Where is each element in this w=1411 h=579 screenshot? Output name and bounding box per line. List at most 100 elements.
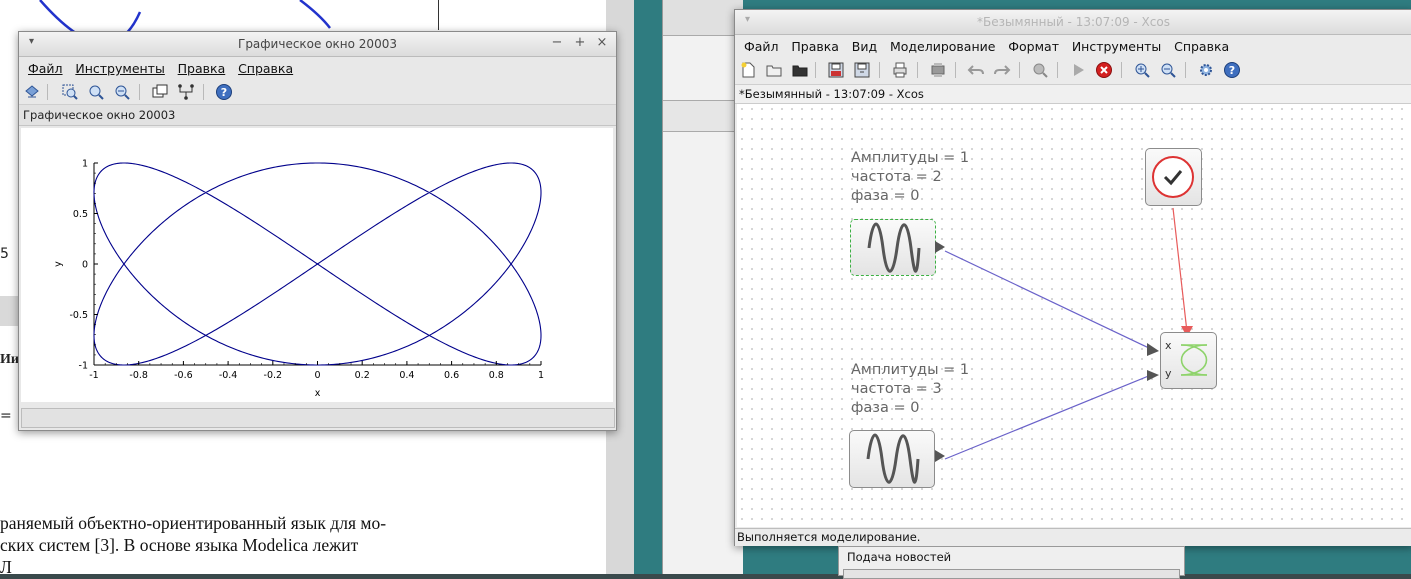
minimize-icon[interactable]: − (550, 35, 564, 50)
redo-icon[interactable] (993, 61, 1011, 79)
param-frequency: частота = 2 (851, 169, 942, 185)
document-toolbar-fragment (0, 296, 20, 326)
toolbar-separator (1019, 62, 1020, 78)
toolbar-separator (203, 84, 204, 100)
undo-icon[interactable] (967, 61, 985, 79)
document-line: раняемый объектно-ориентированный язык д… (0, 513, 387, 533)
background-window-header (663, 0, 743, 36)
graphic-window-titlebar[interactable]: ▾ Графическое окно 20003 − + × (19, 32, 616, 57)
menu-help[interactable]: Справка (1174, 39, 1229, 54)
xy-scope-block[interactable]: x y (1160, 332, 1217, 389)
sine-generator-block-2[interactable] (849, 430, 935, 488)
x-tick-label: -0.6 (174, 370, 193, 381)
menu-edit[interactable]: Правка (178, 61, 226, 76)
save-icon[interactable] (827, 61, 845, 79)
menu-format[interactable]: Формат (1008, 39, 1059, 54)
xcos-statusbar: Выполняется моделирование. (735, 528, 1411, 546)
menu-edit[interactable]: Правка (791, 39, 839, 54)
help-icon[interactable]: ? (215, 83, 233, 101)
datatip-icon[interactable] (177, 83, 195, 101)
param-phase: фаза = 0 (851, 400, 920, 416)
menu-view[interactable]: Вид (852, 39, 877, 54)
svg-text:?: ? (1229, 64, 1235, 77)
toolbar-separator (1185, 62, 1186, 78)
zoom-in-icon[interactable] (87, 83, 105, 101)
toolbar-separator (139, 84, 140, 100)
windows-icon[interactable] (151, 83, 169, 101)
output-port[interactable] (935, 450, 945, 462)
graphic-window-statusbar (21, 408, 615, 428)
y-tick-label: 0 (82, 260, 88, 271)
xcos-window: ▾ *Безымянный - 13:07:09 - Xcos Файл Пра… (734, 9, 1411, 546)
port-label-x: x (1165, 339, 1172, 352)
xcos-window-title: *Безымянный - 13:07:09 - Xcos (977, 15, 1170, 29)
x-tick-label: 0 (314, 370, 320, 381)
zoom-in-icon[interactable] (1133, 61, 1151, 79)
toolbar-separator (47, 84, 48, 100)
news-scrollbar[interactable] (843, 569, 1180, 579)
background-window (662, 0, 743, 574)
start-icon[interactable] (1069, 61, 1087, 79)
document-fragment-bold: Ии (0, 352, 19, 367)
x-axis-label: x (315, 388, 321, 399)
menu-simulation[interactable]: Моделирование (890, 39, 995, 54)
event-link-clock-to-scope (1172, 207, 1188, 333)
y-tick-label: -1 (79, 361, 88, 372)
param-amplitude: Амплитуды = 1 (851, 362, 970, 378)
maximize-icon[interactable]: + (573, 35, 587, 50)
x-tick-label: 1 (538, 370, 544, 381)
background-window-bar (663, 100, 743, 132)
clock-block[interactable] (1145, 148, 1202, 206)
sine-generator-block-1[interactable] (850, 219, 936, 276)
menu-file[interactable]: Файл (28, 61, 63, 76)
xcos-diagram-canvas[interactable]: Амплитуды = 1 частота = 2 фаза = 0 Ампли… (737, 104, 1411, 527)
zoom-fit-icon[interactable] (1031, 61, 1049, 79)
xcos-diagram-tab[interactable]: *Безымянный - 13:07:09 - Xcos (735, 85, 1411, 104)
menu-file[interactable]: Файл (744, 39, 779, 54)
document-body-text: раняемый объектно-ориентированный язык д… (0, 512, 540, 578)
zoom-area-icon[interactable] (61, 83, 79, 101)
open-in-icon[interactable] (791, 61, 809, 79)
document-line: Л (0, 557, 12, 577)
y-axis-label: y (53, 261, 64, 267)
settings-icon[interactable] (1197, 61, 1215, 79)
zoom-out-icon[interactable] (113, 83, 131, 101)
input-arrow-y (1147, 370, 1159, 381)
menu-tools[interactable]: Инструменты (1072, 39, 1161, 54)
toolbar-separator (955, 62, 956, 78)
save-as-icon[interactable] (853, 61, 871, 79)
x-tick-label: -0.4 (219, 370, 238, 381)
port-label-y: y (1165, 367, 1172, 380)
rotate-icon[interactable] (23, 83, 41, 101)
plot-canvas[interactable]: -1 -0.8 -0.6 -0.4 -0.2 0 0.2 0.4 0.6 0.8 1 1 0.5 0 -0.… (21, 128, 613, 402)
xcos-window-titlebar[interactable]: ▾ *Безымянный - 13:07:09 - Xcos (735, 10, 1411, 35)
x-tick-label: 0.6 (444, 370, 459, 381)
block2-parameters: Амплитуды = 1 частота = 3 фаза = 0 (851, 361, 969, 418)
output-port[interactable] (935, 241, 945, 253)
menu-help[interactable]: Справка (238, 61, 293, 76)
help-icon[interactable]: ? (1223, 61, 1241, 79)
x-tick-label: -1 (89, 370, 98, 381)
menu-tools[interactable]: Инструменты (75, 61, 164, 76)
input-arrow-x (1147, 343, 1159, 356)
stop-icon[interactable] (1095, 61, 1113, 79)
y-tick-label: 0.5 (73, 209, 88, 220)
open-icon[interactable] (765, 61, 783, 79)
y-tick-label: 1 (82, 159, 88, 170)
graphic-window-tab[interactable]: Графическое окно 20003 (19, 105, 616, 126)
plot-ticks: -1 -0.8 -0.6 -0.4 -0.2 0 0.2 0.4 0.6 0.8 1 1 0.5 0 -0.… (53, 159, 544, 400)
toolbar-separator (1121, 62, 1122, 78)
scope-icon (1180, 344, 1208, 376)
new-icon[interactable] (739, 61, 757, 79)
news-feed-title: Подача новостей (847, 550, 952, 564)
link-sine1-to-scope (944, 250, 1152, 350)
param-frequency: частота = 3 (851, 381, 942, 397)
document-fragment: 5 (0, 246, 9, 262)
close-icon[interactable]: × (595, 35, 609, 50)
zoom-out-icon[interactable] (1159, 61, 1177, 79)
toolbar-separator (879, 62, 880, 78)
export-icon[interactable] (929, 61, 947, 79)
block1-parameters: Амплитуды = 1 частота = 2 фаза = 0 (851, 149, 969, 206)
print-icon[interactable] (891, 61, 909, 79)
news-feed-panel: Подача новостей (838, 546, 1185, 579)
